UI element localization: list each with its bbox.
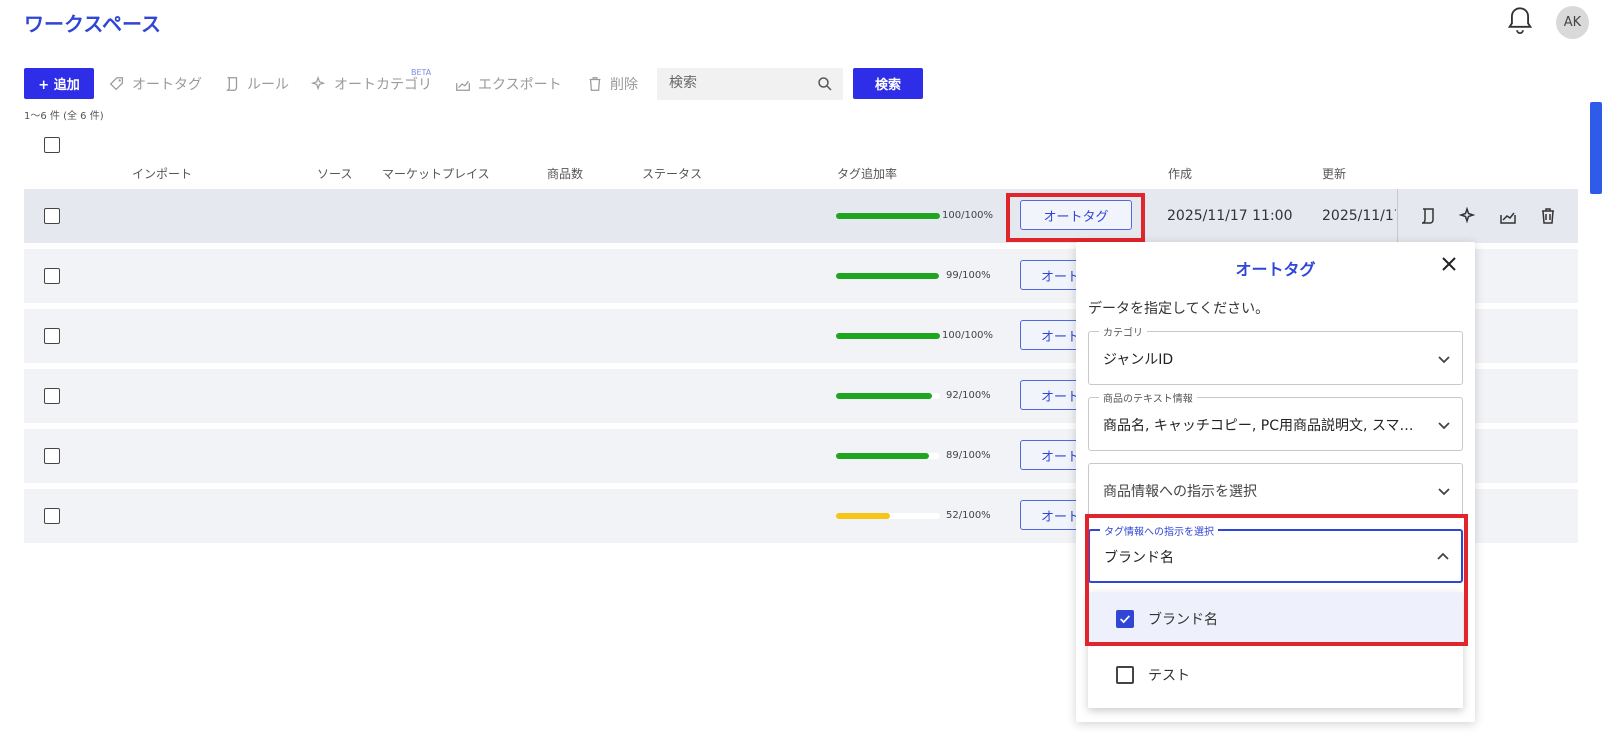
chevron-down-icon [1438, 422, 1450, 430]
row-checkbox[interactable] [44, 508, 60, 524]
tag-rate-fill [836, 453, 929, 459]
rule-tool-label: ルール [247, 77, 289, 93]
trash-icon [589, 77, 601, 91]
result-count: 1～6 件 (全 6 件) [24, 111, 104, 122]
tag-rate-bar [836, 273, 940, 279]
trash-icon[interactable] [1538, 206, 1558, 226]
tag-rate-bar [836, 333, 940, 339]
tag-rate-label: 92/100% [946, 390, 991, 401]
tag-rate-bar [836, 453, 940, 459]
export-icon [456, 80, 470, 91]
search-icon[interactable] [817, 76, 833, 92]
category-select[interactable]: カテゴリ ジャンルID [1088, 324, 1463, 385]
avatar[interactable]: AK [1556, 6, 1589, 39]
col-header-item-count[interactable]: 商品数 [547, 165, 583, 182]
tag-rate-fill [836, 393, 932, 399]
tag-rate-label: 100/100% [942, 210, 994, 221]
category-value: ジャンルID [1103, 352, 1174, 368]
chevron-down-icon [1438, 488, 1450, 496]
tag-rate-fill [836, 213, 940, 219]
scrollbar-thumb[interactable] [1590, 102, 1602, 194]
created-date: 2025/11/17 11:00 [1167, 208, 1293, 224]
tag-rate-bar [836, 213, 940, 219]
autotag-popup: オートタグ データを指定してください。 カテゴリ ジャンルID 商品のテキスト情… [1076, 242, 1475, 722]
tag-rate-label: 89/100% [946, 450, 991, 461]
popup-instruction: データを指定してください。 [1088, 301, 1270, 317]
tag-rate-fill [836, 333, 940, 339]
option-label: テスト [1148, 668, 1190, 684]
page-title: ワークスペース [24, 12, 161, 36]
delete-tool-button[interactable]: 削除 [586, 74, 638, 94]
updated-date: 2025/11/17 1 [1322, 208, 1396, 224]
highlight-frame [1085, 514, 1468, 646]
option-test[interactable]: テスト [1088, 648, 1463, 702]
col-header-marketplace[interactable]: マーケットプレイス [382, 165, 490, 182]
beta-badge: BETA [411, 68, 432, 77]
sparkle-icon[interactable] [1458, 206, 1478, 226]
column-divider [1397, 189, 1398, 243]
row-checkbox[interactable] [44, 448, 60, 464]
tag-rate-label: 52/100% [946, 510, 991, 521]
search-box [657, 68, 843, 100]
autocategory-tool-button[interactable]: オートカテゴリ [310, 74, 432, 94]
tag-rate-bar [836, 393, 940, 399]
select-all-checkbox[interactable] [44, 137, 60, 153]
col-header-updated[interactable]: 更新 [1322, 165, 1346, 182]
row-checkbox[interactable] [44, 328, 60, 344]
tag-rate-fill [836, 273, 939, 279]
tag-icon [109, 77, 124, 91]
bell-icon[interactable] [1506, 6, 1534, 36]
close-icon[interactable] [1439, 254, 1459, 274]
add-button[interactable]: + 追加 [24, 68, 94, 99]
chevron-down-icon [1438, 356, 1450, 364]
rule-icon[interactable] [1418, 206, 1438, 226]
delete-tool-label: 削除 [610, 77, 638, 93]
tag-rate-label: 99/100% [946, 270, 991, 281]
autotag-tool-button[interactable]: オートタグ [108, 74, 202, 94]
rule-tool-button[interactable]: ルール [223, 74, 289, 94]
highlight-frame [1006, 193, 1145, 242]
col-header-import[interactable]: インポート [132, 165, 192, 182]
row-checkbox[interactable] [44, 208, 60, 224]
col-header-tag-rate[interactable]: タグ追加率 [837, 165, 897, 182]
category-label: カテゴリ [1099, 324, 1147, 339]
tag-rate-bar [836, 513, 940, 519]
scroll-icon [226, 77, 238, 91]
export-icon[interactable] [1498, 206, 1518, 226]
row-checkbox[interactable] [44, 388, 60, 404]
col-header-created[interactable]: 作成 [1168, 165, 1192, 182]
product-instruction-select[interactable]: 商品情報への指示を選択 [1088, 463, 1463, 517]
text-info-label: 商品のテキスト情報 [1099, 390, 1197, 405]
export-tool-label: エクスポート [478, 77, 562, 93]
product-instruction-placeholder: 商品情報への指示を選択 [1103, 484, 1257, 500]
search-button[interactable]: 検索 [853, 68, 923, 99]
autocategory-tool-label: オートカテゴリ [334, 77, 432, 93]
popup-title: オートタグ [1235, 260, 1316, 279]
col-header-status[interactable]: ステータス [642, 165, 702, 182]
col-header-source[interactable]: ソース [317, 165, 352, 182]
sparkle-icon [310, 75, 326, 91]
export-tool-button[interactable]: エクスポート [454, 74, 562, 94]
tag-rate-fill [836, 513, 891, 519]
checkbox-icon [1116, 666, 1134, 684]
autotag-tool-label: オートタグ [132, 77, 202, 93]
row-checkbox[interactable] [44, 268, 60, 284]
tag-rate-label: 100/100% [942, 330, 994, 341]
text-info-select[interactable]: 商品のテキスト情報 商品名, キャッチコピー, PC用商品説明文, スマー... [1088, 390, 1463, 451]
text-info-value: 商品名, キャッチコピー, PC用商品説明文, スマー... [1103, 418, 1423, 434]
search-input[interactable] [669, 75, 809, 91]
